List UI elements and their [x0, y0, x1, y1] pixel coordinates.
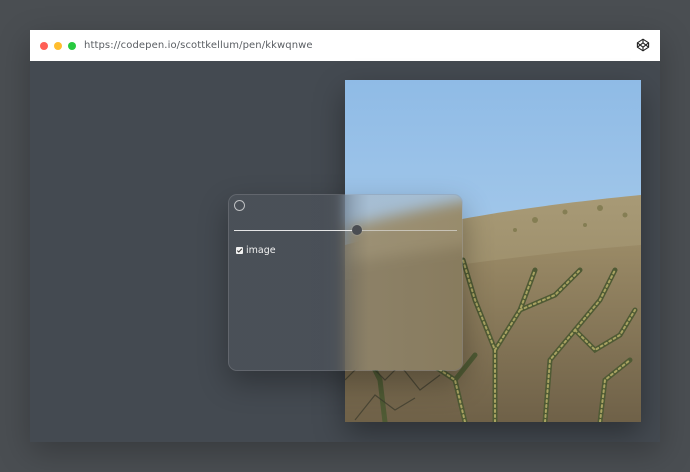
frost-overlay — [229, 195, 462, 370]
slider-track[interactable] — [234, 230, 457, 231]
browser-window: https://codepen.io/scottkellum/pen/kkwqn… — [30, 30, 660, 442]
browser-titlebar: https://codepen.io/scottkellum/pen/kkwqn… — [30, 30, 660, 62]
address-bar-url[interactable]: https://codepen.io/scottkellum/pen/kkwqn… — [84, 40, 313, 51]
slider-thumb[interactable] — [351, 225, 362, 235]
image-checkbox-row[interactable]: image — [236, 245, 276, 256]
minimize-window-button[interactable] — [54, 41, 62, 50]
panel-toggle-button[interactable] — [234, 200, 245, 211]
maximize-window-button[interactable] — [68, 41, 76, 50]
codepen-icon[interactable] — [636, 38, 650, 52]
slider-fill — [234, 230, 357, 231]
image-checkbox[interactable] — [236, 247, 243, 254]
image-checkbox-label: image — [246, 245, 276, 256]
frosted-glass-panel: image — [228, 194, 463, 371]
close-window-button[interactable] — [40, 41, 48, 50]
page-viewport: image — [30, 61, 660, 442]
checkmark-icon — [236, 248, 243, 253]
